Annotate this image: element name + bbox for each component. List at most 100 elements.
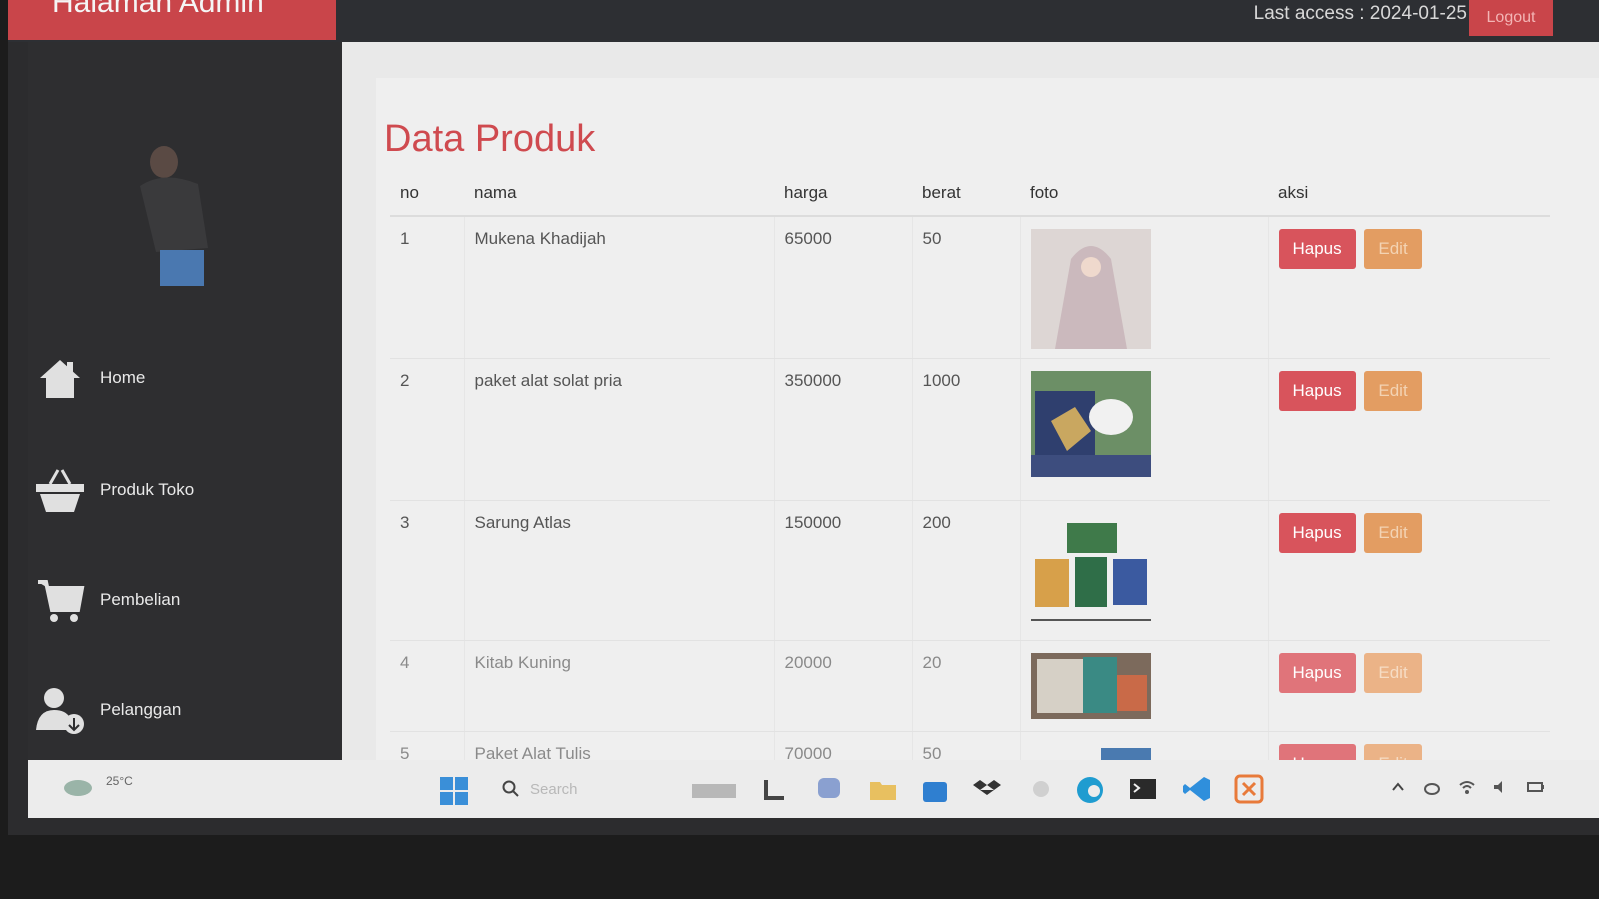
cell-harga: 65000 <box>774 216 913 359</box>
home-icon <box>34 352 86 404</box>
sidebar-item-home[interactable]: Home <box>28 338 342 418</box>
product-photo <box>1030 229 1151 349</box>
app-title: Halaman Admin <box>52 0 264 19</box>
page-title: Data Produk <box>384 118 596 160</box>
table-row: 1 Mukena Khadijah 65000 50 Hapus Edit <box>390 216 1550 359</box>
hapus-button[interactable]: Hapus <box>1278 743 1356 760</box>
column-header: foto <box>1020 172 1268 217</box>
table-header-row: no nama harga berat foto aksi <box>390 172 1550 217</box>
edit-button[interactable]: Edit <box>1364 370 1422 411</box>
table-row: 2 paket alat solat pria 350000 1000 Hapu… <box>390 358 1550 501</box>
search-placeholder: Search <box>530 781 578 798</box>
system-tray <box>1389 778 1559 802</box>
weather-temp: 25°C <box>106 774 133 788</box>
cell-nama: Mukena Khadijah <box>464 216 775 359</box>
xampp-icon[interactable] <box>1234 774 1266 804</box>
cell-nama: Paket Alat Tulis <box>464 731 775 760</box>
cell-harga: 150000 <box>774 500 913 641</box>
cell-harga: 20000 <box>774 640 913 732</box>
user-download-icon <box>34 684 86 736</box>
cell-berat: 20 <box>912 640 1021 732</box>
cell-no: 1 <box>390 216 465 359</box>
sidebar-item-pembelian[interactable]: Pembelian <box>28 560 342 640</box>
cell-foto <box>1020 640 1269 732</box>
products-table: no nama harga berat foto aksi 1 Mukena K… <box>390 172 1550 760</box>
wifi-icon[interactable] <box>1458 778 1476 796</box>
folder-icon[interactable] <box>868 774 900 804</box>
weather-widget[interactable]: 25°C <box>58 770 148 810</box>
cell-foto <box>1020 216 1269 359</box>
sidebar-item-pelanggan[interactable]: Pelanggan <box>28 670 342 750</box>
amazon-icon[interactable] <box>1026 774 1058 804</box>
taskbar-search[interactable]: Search <box>496 776 656 804</box>
windows-start-icon[interactable] <box>440 777 468 805</box>
cell-nama: Kitab Kuning <box>464 640 775 732</box>
column-header: aksi <box>1268 172 1550 217</box>
column-header: harga <box>774 172 912 217</box>
cell-aksi: Hapus Edit <box>1268 216 1550 359</box>
column-header: no <box>390 172 464 217</box>
basket-icon <box>34 464 86 516</box>
product-photo <box>1030 652 1151 719</box>
taskbar-app-icon[interactable] <box>760 774 792 804</box>
cell-harga: 70000 <box>774 731 913 760</box>
terminal-icon[interactable] <box>1128 774 1160 804</box>
cell-berat: 50 <box>912 731 1021 760</box>
edit-button[interactable]: Edit <box>1364 652 1422 693</box>
top-bar: Halaman Admin Last access : 2024-01-25 L… <box>8 0 1599 42</box>
edit-button[interactable]: Edit <box>1364 512 1422 553</box>
product-photo <box>1030 512 1151 623</box>
weather-icon <box>64 780 92 796</box>
sidebar: Home Produk Toko Pembelian Pelanggan <box>28 42 342 760</box>
cell-foto <box>1020 731 1269 760</box>
column-header: nama <box>464 172 774 217</box>
cell-nama: paket alat solat pria <box>464 358 775 501</box>
taskbar: 25°C Search <box>28 760 1599 818</box>
vscode-icon[interactable] <box>1182 774 1214 804</box>
cloud-icon[interactable] <box>1423 778 1441 796</box>
table-row: 3 Sarung Atlas 150000 200 Hapus Edit <box>390 500 1550 641</box>
taskbar-app-icon[interactable] <box>688 774 736 804</box>
cell-aksi: Hapus Edit <box>1268 640 1550 732</box>
logout-button[interactable]: Logout <box>1469 0 1553 36</box>
dropbox-icon[interactable] <box>972 774 1004 804</box>
table-row: 4 Kitab Kuning 20000 20 Hapus Edit <box>390 640 1550 732</box>
edit-button[interactable]: Edit <box>1364 743 1422 760</box>
chat-icon[interactable] <box>814 774 846 804</box>
cell-aksi: Hapus Edit <box>1268 358 1550 501</box>
main-content: Data Produk no nama harga berat foto aks… <box>342 42 1599 760</box>
sidebar-item-produk-toko[interactable]: Produk Toko <box>28 450 342 530</box>
hapus-button[interactable]: Hapus <box>1278 370 1356 411</box>
cell-harga: 350000 <box>774 358 913 501</box>
hapus-button[interactable]: Hapus <box>1278 652 1356 693</box>
hapus-button[interactable]: Hapus <box>1278 512 1356 553</box>
search-icon <box>502 780 519 797</box>
screen: Halaman Admin Last access : 2024-01-25 L… <box>8 0 1599 835</box>
battery-icon[interactable] <box>1526 778 1545 796</box>
cell-berat: 50 <box>912 216 1021 359</box>
cell-no: 2 <box>390 358 465 501</box>
store-icon[interactable] <box>920 774 952 804</box>
edit-button[interactable]: Edit <box>1364 229 1422 269</box>
brand-area: Halaman Admin <box>8 0 336 40</box>
avatar <box>120 140 240 290</box>
volume-icon[interactable] <box>1492 778 1510 796</box>
edge-browser-icon[interactable] <box>1074 774 1106 804</box>
cart-icon <box>34 574 86 626</box>
last-access-text: Last access : 2024-01-25 <box>1253 3 1467 24</box>
column-header: berat <box>912 172 1020 217</box>
sidebar-item-label: Produk Toko <box>100 480 195 499</box>
sidebar-item-label: Pembelian <box>100 590 181 609</box>
product-photo <box>1030 370 1151 481</box>
product-photo <box>1031 744 1151 760</box>
cell-no: 3 <box>390 500 465 641</box>
cell-berat: 1000 <box>912 358 1021 501</box>
cell-no: 4 <box>390 640 465 732</box>
cell-foto <box>1020 500 1269 641</box>
cell-no: 5 <box>390 731 465 760</box>
cell-foto <box>1020 358 1269 501</box>
hapus-button[interactable]: Hapus <box>1278 229 1356 269</box>
cell-aksi: Hapus Edit <box>1268 500 1550 641</box>
chevron-up-icon[interactable] <box>1389 778 1407 796</box>
cell-berat: 200 <box>912 500 1021 641</box>
